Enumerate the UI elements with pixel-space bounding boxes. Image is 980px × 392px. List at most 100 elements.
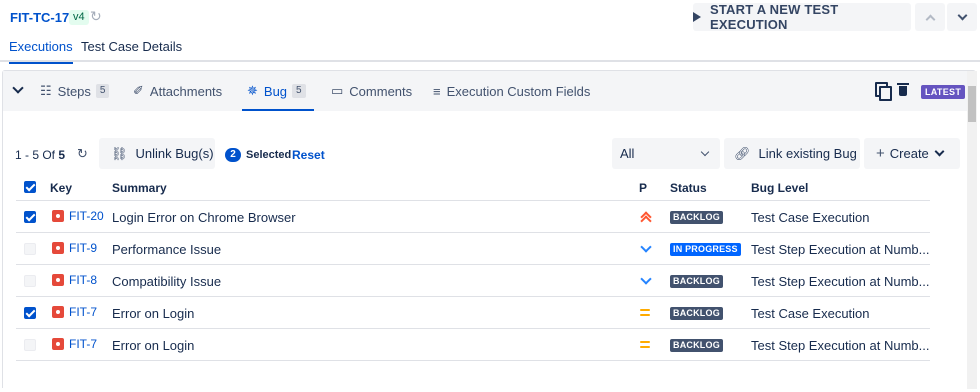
custom-fields-icon: ≡ bbox=[433, 83, 441, 99]
tab-bug[interactable]: ✵ Bug 5 bbox=[242, 71, 314, 111]
select-all-checkbox[interactable] bbox=[24, 181, 36, 193]
bug-key-link[interactable]: FIT-7 bbox=[69, 337, 97, 351]
selected-count-badge: 2 bbox=[225, 148, 241, 162]
comment-icon: ▭ bbox=[331, 83, 344, 98]
copy-icon[interactable] bbox=[875, 82, 892, 101]
tab-attachments[interactable]: ✐ Attachments bbox=[133, 71, 222, 111]
tab-comments-label: Comments bbox=[349, 83, 413, 99]
test-case-header: FIT-TC-17 v4 ↻ START A NEW TEST EXECUTIO… bbox=[0, 0, 980, 64]
version-badge: v4 bbox=[69, 10, 89, 25]
unlink-icon: ⛓ bbox=[111, 145, 128, 161]
bug-level: Test Step Execution at Numb... bbox=[751, 338, 930, 353]
bug-level: Test Step Execution at Numb... bbox=[751, 242, 930, 257]
trash-icon[interactable] bbox=[897, 83, 909, 97]
unlink-label: Unlink Bug(s) bbox=[135, 146, 214, 161]
priority-medium-icon bbox=[639, 306, 653, 320]
priority-medium-icon bbox=[639, 338, 653, 352]
play-icon bbox=[693, 12, 701, 22]
bug-filter-select[interactable]: All bbox=[612, 138, 720, 169]
execution-panel: ☷ Steps 5 ✐ Attachments ✵ Bug 5 ▭ Commen… bbox=[2, 70, 977, 389]
bug-level: Test Case Execution bbox=[751, 306, 870, 321]
collapse-chevron-icon[interactable] bbox=[12, 82, 24, 94]
column-header-priority[interactable]: P bbox=[639, 181, 647, 195]
column-header-status[interactable]: Status bbox=[670, 181, 707, 195]
tab-custom-fields-label: Execution Custom Fields bbox=[446, 83, 591, 99]
row-checkbox[interactable] bbox=[24, 339, 36, 351]
bug-key-link[interactable]: FIT-9 bbox=[69, 241, 97, 255]
priority-highest-icon bbox=[639, 210, 653, 224]
column-header-bug-level[interactable]: Bug Level bbox=[751, 181, 808, 195]
tab-executions[interactable]: Executions bbox=[9, 39, 73, 64]
pagination-range: 1 - 5 Of 5 bbox=[15, 148, 65, 162]
chevron-down-icon bbox=[934, 146, 945, 157]
scrollbar-thumb[interactable] bbox=[968, 86, 976, 122]
link-existing-bug-button[interactable]: 🔗︎ Link existing Bug bbox=[724, 138, 860, 169]
bug-summary: Performance Issue bbox=[112, 242, 222, 257]
next-button[interactable] bbox=[947, 3, 977, 31]
vertical-scrollbar[interactable] bbox=[967, 71, 977, 389]
range-prefix: 1 - 5 Of bbox=[15, 148, 56, 162]
table-row[interactable]: FIT-9 Performance Issue IN PROGRESS Test… bbox=[16, 233, 930, 265]
tab-bug-count: 5 bbox=[292, 84, 306, 98]
tab-execution-custom-fields[interactable]: ≡ Execution Custom Fields bbox=[433, 71, 590, 111]
bug-summary: Error on Login bbox=[112, 306, 195, 321]
tab-bug-label: Bug bbox=[263, 83, 288, 99]
execution-tab-bar: ☷ Steps 5 ✐ Attachments ✵ Bug 5 ▭ Commen… bbox=[3, 71, 967, 111]
bug-level: Test Case Execution bbox=[751, 210, 870, 225]
range-total: 5 bbox=[58, 148, 66, 162]
link-existing-label: Link existing Bug bbox=[758, 146, 857, 161]
start-new-test-execution-button[interactable]: START A NEW TEST EXECUTION bbox=[693, 2, 911, 32]
chevron-down-icon bbox=[957, 10, 967, 20]
bugs-table: Key Summary P Status Bug Level FIT-20 Lo… bbox=[16, 173, 930, 361]
filter-value: All bbox=[620, 146, 635, 161]
tab-comments[interactable]: ▭ Comments bbox=[331, 71, 412, 111]
paperclip-icon: ✐ bbox=[133, 83, 144, 98]
status-badge: BACKLOG bbox=[670, 275, 723, 288]
bug-level: Test Step Execution at Numb... bbox=[751, 274, 930, 289]
table-row[interactable]: FIT-7 Error on Login BACKLOG Test Case E… bbox=[16, 297, 930, 329]
selected-label: Selected bbox=[246, 149, 292, 161]
bug-type-icon bbox=[52, 306, 64, 318]
tab-test-case-details[interactable]: Test Case Details bbox=[81, 39, 182, 61]
bug-key-link[interactable]: FIT-20 bbox=[69, 209, 104, 223]
bug-summary: Error on Login bbox=[112, 338, 195, 353]
chevron-up-icon bbox=[925, 14, 935, 24]
tab-steps[interactable]: ☷ Steps 5 bbox=[40, 71, 110, 111]
bug-summary: Login Error on Chrome Browser bbox=[112, 210, 296, 225]
column-header-key[interactable]: Key bbox=[50, 181, 72, 195]
tab-attachments-label: Attachments bbox=[149, 83, 223, 99]
test-case-key[interactable]: FIT-TC-17 bbox=[10, 10, 69, 25]
tab-steps-count: 5 bbox=[95, 84, 110, 98]
row-checkbox[interactable] bbox=[24, 307, 36, 319]
previous-button[interactable] bbox=[915, 3, 945, 31]
latest-badge: LATEST bbox=[921, 85, 966, 99]
unlink-bugs-button[interactable]: ⛓ Unlink Bug(s) bbox=[99, 138, 215, 169]
bug-key-link[interactable]: FIT-8 bbox=[69, 273, 97, 287]
row-checkbox[interactable] bbox=[24, 275, 36, 287]
bug-key-link[interactable]: FIT-7 bbox=[69, 305, 97, 319]
bug-type-icon bbox=[52, 338, 64, 350]
start-button-label: START A NEW TEST EXECUTION bbox=[710, 2, 839, 32]
create-bug-button[interactable]: + Create bbox=[864, 138, 960, 169]
plus-icon: + bbox=[876, 145, 885, 162]
row-checkbox[interactable] bbox=[24, 211, 36, 223]
create-label: Create bbox=[889, 146, 929, 161]
table-row[interactable]: FIT-20 Login Error on Chrome Browser BAC… bbox=[16, 201, 930, 233]
reset-link[interactable]: Reset bbox=[292, 148, 325, 162]
row-checkbox[interactable] bbox=[24, 243, 36, 255]
status-badge: BACKLOG bbox=[670, 211, 723, 224]
sync-icon[interactable]: ↻ bbox=[90, 8, 104, 24]
table-row[interactable]: FIT-8 Compatibility Issue BACKLOG Test S… bbox=[16, 265, 930, 297]
column-header-summary[interactable]: Summary bbox=[112, 181, 167, 195]
table-row[interactable]: FIT-7 Error on Login BACKLOG Test Step E… bbox=[16, 329, 930, 361]
link-icon: 🔗︎ bbox=[734, 145, 751, 161]
status-badge: IN PROGRESS bbox=[670, 243, 741, 256]
bug-summary: Compatibility Issue bbox=[112, 274, 222, 289]
refresh-icon[interactable]: ↻ bbox=[77, 146, 88, 162]
chevron-down-icon bbox=[700, 147, 710, 157]
bug-icon: ✵ bbox=[247, 83, 258, 98]
priority-low-icon bbox=[639, 242, 653, 256]
steps-icon: ☷ bbox=[40, 83, 52, 98]
tab-steps-label: Steps bbox=[57, 83, 91, 99]
status-badge: BACKLOG bbox=[670, 307, 723, 320]
